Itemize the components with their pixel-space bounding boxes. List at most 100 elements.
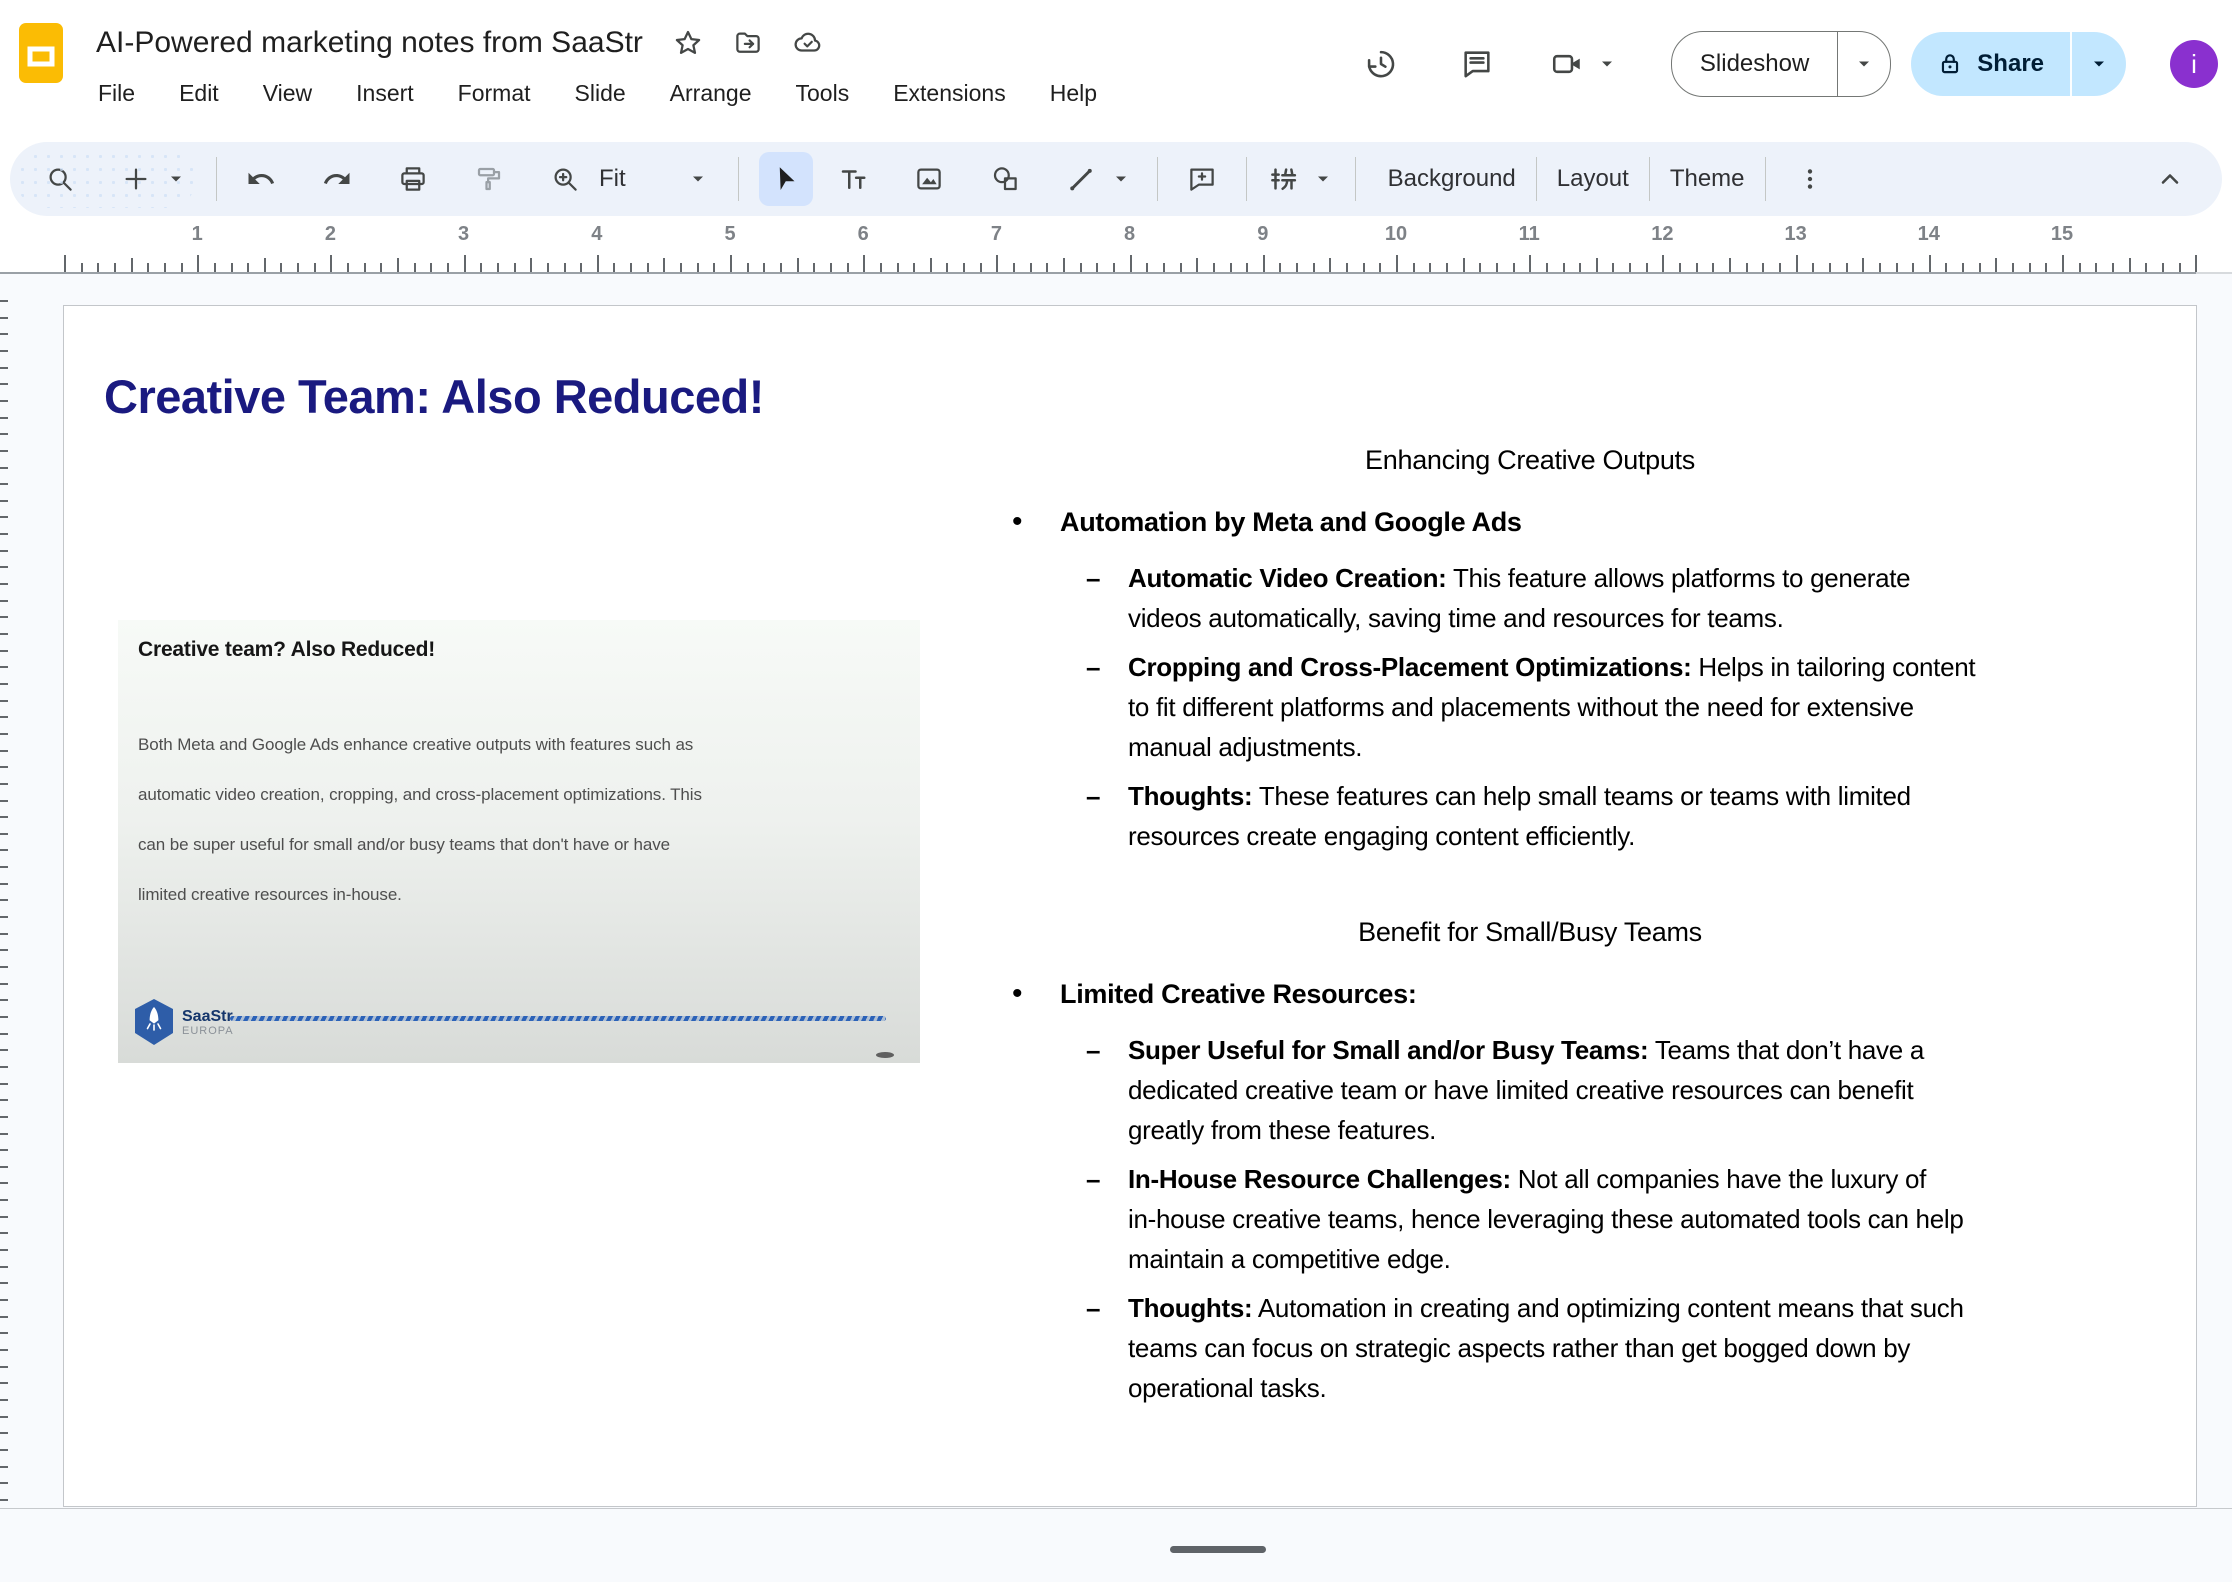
ruler-tick	[0, 616, 8, 618]
paint-format-icon[interactable]	[469, 159, 509, 199]
ruler-number: 1	[192, 223, 203, 246]
zoom-caret-icon[interactable]	[678, 159, 718, 199]
insert-line-tool[interactable]	[1061, 159, 1101, 199]
saastr-shield-icon	[134, 998, 174, 1046]
insert-shape-tool[interactable]	[985, 159, 1025, 199]
undo-icon[interactable]	[241, 159, 281, 199]
comments-icon[interactable]	[1457, 44, 1497, 84]
meet-camera-icon[interactable]	[1547, 44, 1587, 84]
bullet-item: Limited Creative Resources:	[990, 974, 2186, 1014]
slide-title[interactable]: Creative Team: Also Reduced!	[104, 369, 764, 424]
ruler-number: 6	[858, 223, 869, 246]
ruler-tick	[1263, 255, 1265, 272]
sub-bullet-item: Automatic Video Creation: This feature a…	[990, 558, 2186, 638]
meet-caret-icon[interactable]	[1587, 44, 1627, 84]
star-icon[interactable]	[673, 28, 703, 58]
input-tools-caret-icon[interactable]	[1303, 159, 1343, 199]
ruler-tick	[1846, 263, 1848, 272]
line-caret-icon[interactable]	[1101, 159, 1141, 199]
ruler-tick	[730, 255, 732, 272]
textbox-tool[interactable]	[833, 159, 873, 199]
ruler-tick	[0, 999, 8, 1001]
collapse-toolbar-icon[interactable]	[2148, 157, 2192, 201]
editor-canvas: Creative Team: Also Reduced! Creative te…	[0, 274, 2232, 1508]
ruler-tick	[880, 263, 882, 272]
layout-button[interactable]: Layout	[1537, 165, 1649, 193]
ruler-tick	[1995, 258, 1997, 272]
ruler-tick	[0, 1449, 8, 1451]
ruler-tick	[0, 1133, 8, 1135]
input-tools-icon[interactable]	[1263, 159, 1303, 199]
menu-slide[interactable]: Slide	[569, 78, 632, 109]
menu-extensions[interactable]: Extensions	[887, 78, 1012, 109]
more-options-icon[interactable]	[1790, 159, 1830, 199]
ruler-tick	[1213, 263, 1215, 272]
select-tool[interactable]	[759, 152, 813, 206]
slideshow-caret-icon[interactable]	[1838, 32, 1890, 96]
ruler-tick	[0, 916, 8, 918]
menu-insert[interactable]: Insert	[350, 78, 420, 109]
move-folder-icon[interactable]	[733, 28, 763, 58]
print-icon[interactable]	[393, 159, 433, 199]
ruler-tick	[946, 263, 948, 272]
notes-drag-handle[interactable]	[1170, 1546, 1266, 1553]
ruler-tick	[580, 263, 582, 272]
slide-page[interactable]: Creative Team: Also Reduced! Creative te…	[63, 305, 2197, 1507]
ruler-tick	[0, 1266, 8, 1268]
ruler-tick	[0, 949, 8, 951]
slide-text-body[interactable]: Enhancing Creative Outputs Automation by…	[990, 440, 2186, 1417]
ruler-tick	[1080, 263, 1082, 272]
toolbar-divider	[1157, 157, 1158, 201]
share-caret-icon[interactable]	[2070, 32, 2126, 96]
search-icon[interactable]	[40, 159, 80, 199]
ruler-tick	[480, 263, 482, 272]
theme-button[interactable]: Theme	[1650, 165, 1765, 193]
zoom-icon[interactable]	[545, 159, 585, 199]
insert-comment-tool[interactable]	[1182, 159, 1222, 199]
menu-edit[interactable]: Edit	[173, 78, 225, 109]
share-button[interactable]: Share	[1911, 32, 2126, 96]
ruler-tick	[1063, 258, 1065, 272]
ruler-tick	[1429, 263, 1431, 272]
ruler-tick	[81, 263, 83, 272]
ruler-number: 5	[724, 223, 735, 246]
ruler-tick	[0, 1016, 8, 1018]
version-history-icon[interactable]	[1361, 44, 1401, 84]
ruler-tick	[1862, 258, 1864, 272]
toolbar-divider	[1246, 157, 1247, 201]
ruler-tick	[0, 333, 8, 335]
slideshow-button[interactable]: Slideshow	[1671, 31, 1891, 97]
ruler-tick	[0, 766, 8, 768]
background-button[interactable]: Background	[1368, 165, 1536, 193]
vertical-ruler[interactable]	[0, 274, 9, 1508]
avatar[interactable]: i	[2170, 40, 2218, 88]
toolbar-divider	[1355, 157, 1356, 201]
horizontal-ruler[interactable]: 123456789101112131415	[0, 222, 2232, 274]
ruler-tick	[1929, 255, 1931, 272]
menu-tools[interactable]: Tools	[790, 78, 856, 109]
embedded-screenshot-image[interactable]: Creative team? Also Reduced! Both Meta a…	[118, 620, 920, 1063]
ruler-tick	[1313, 263, 1315, 272]
menu-arrange[interactable]: Arrange	[664, 78, 758, 109]
add-slide-button[interactable]	[116, 159, 156, 199]
ruler-tick	[1529, 255, 1531, 272]
ruler-tick	[97, 263, 99, 272]
doc-title[interactable]: AI-Powered marketing notes from SaaStr	[96, 26, 643, 60]
add-slide-caret-icon[interactable]	[156, 159, 196, 199]
ruler-tick	[464, 255, 466, 272]
menu-file[interactable]: File	[92, 78, 141, 109]
ruler-tick	[2029, 263, 2031, 272]
slides-logo-icon[interactable]	[18, 22, 64, 84]
menu-help[interactable]: Help	[1044, 78, 1103, 109]
ruler-tick	[0, 583, 8, 585]
menu-view[interactable]: View	[257, 78, 318, 109]
insert-image-tool[interactable]	[909, 159, 949, 199]
ruler-tick	[0, 467, 8, 469]
zoom-select[interactable]: Fit	[599, 165, 626, 193]
ruler-tick	[0, 1216, 8, 1218]
cloud-saved-icon[interactable]	[793, 28, 823, 58]
menu-format[interactable]: Format	[452, 78, 537, 109]
ruler-tick	[1496, 263, 1498, 272]
saastr-logo-text: SaaStr	[182, 1008, 234, 1025]
redo-icon[interactable]	[317, 159, 357, 199]
